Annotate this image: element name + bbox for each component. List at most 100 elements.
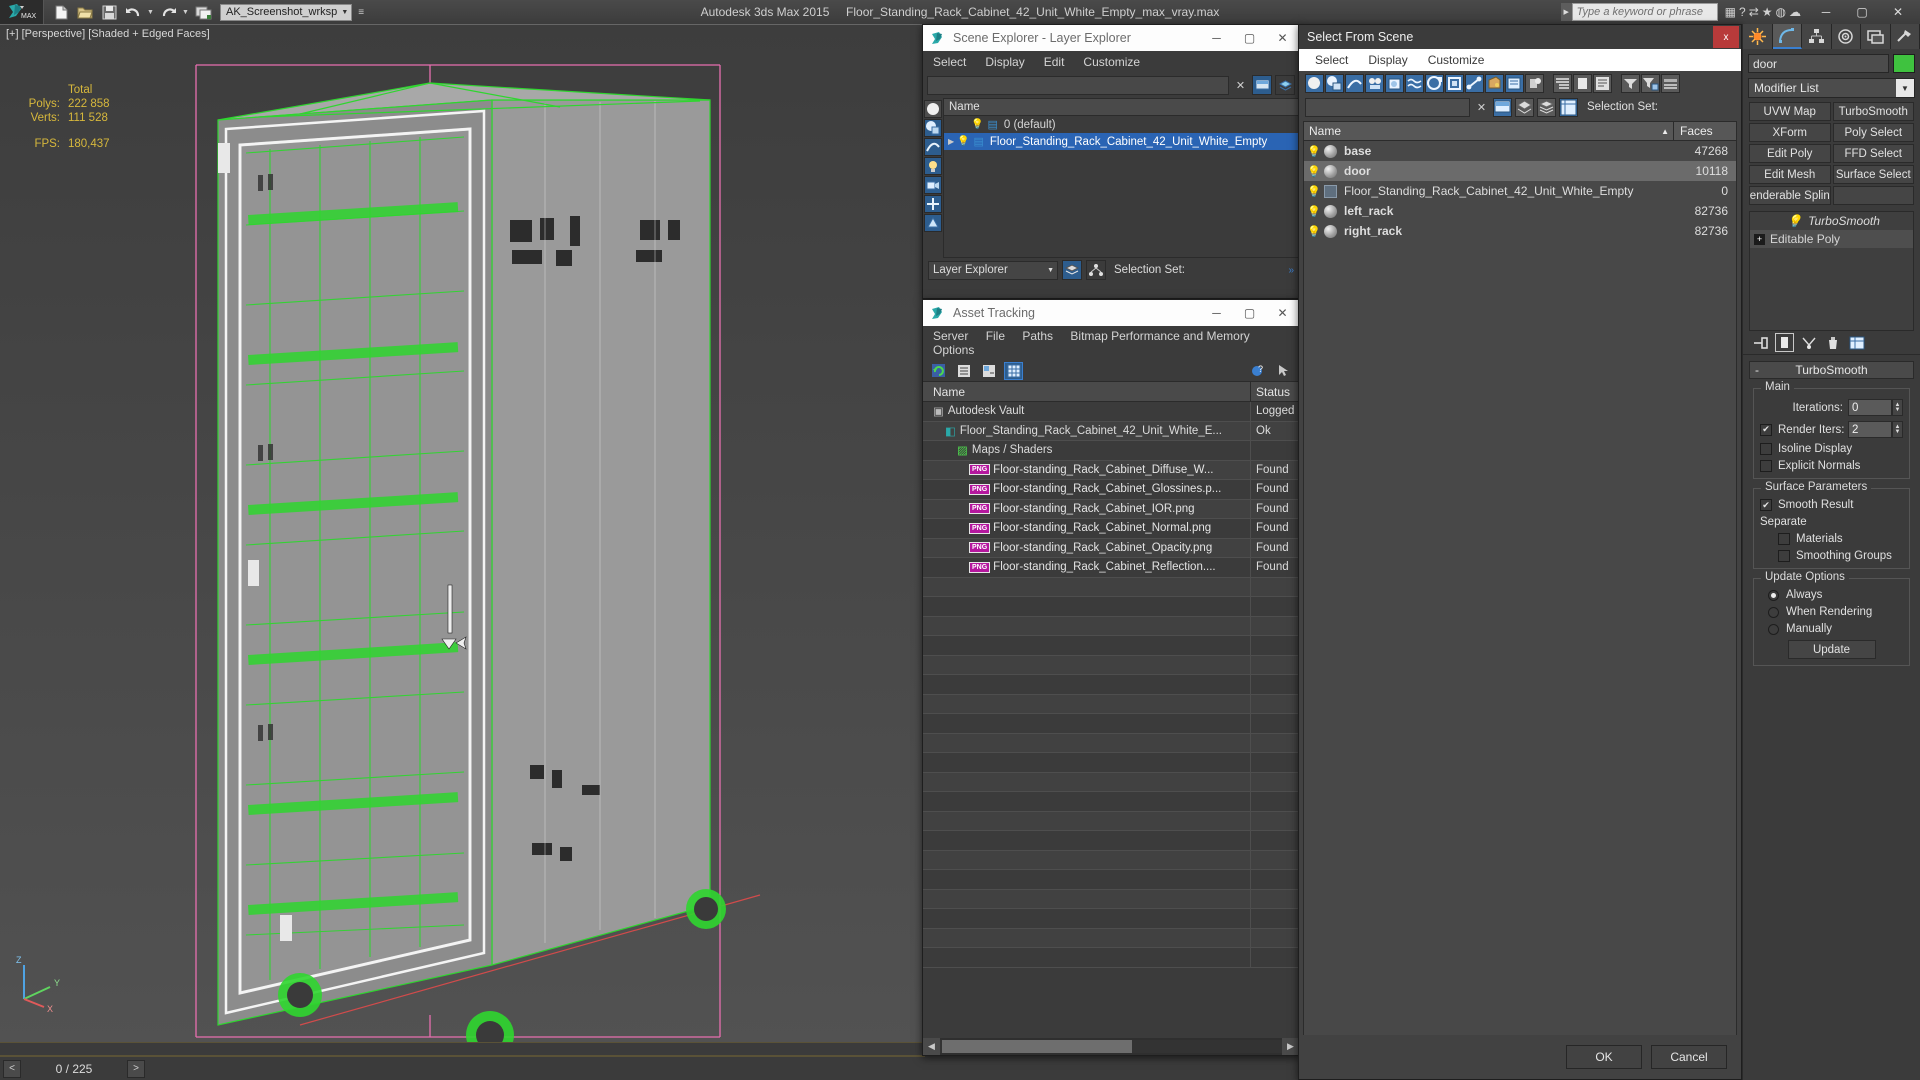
update-when-rendering-row[interactable]: When Rendering <box>1760 606 1903 618</box>
display-children-icon[interactable] <box>1553 73 1572 93</box>
menu-bitmap-performance[interactable]: Bitmap Performance and Memory <box>1070 329 1249 343</box>
filter-all-icon[interactable] <box>1305 73 1324 93</box>
asset-tracking-close[interactable]: ✕ <box>1266 300 1299 326</box>
motion-tab[interactable] <box>1831 24 1861 49</box>
scene-explorer-search-input[interactable] <box>927 75 1229 95</box>
sort-ascending-icon[interactable]: ▲ <box>1661 127 1669 136</box>
asset-row-empty[interactable] <box>923 792 1299 812</box>
display-list-icon[interactable] <box>1593 73 1612 93</box>
asset-row-empty[interactable] <box>923 597 1299 617</box>
asset-row-empty[interactable] <box>923 870 1299 890</box>
modifier-list-dropdown[interactable]: Modifier List ▼ <box>1748 78 1915 98</box>
toolbar-expand-icon[interactable]: ≡ <box>358 7 364 17</box>
isoline-display-checkbox[interactable] <box>1760 443 1772 455</box>
prev-frame-button[interactable]: < <box>3 1059 21 1078</box>
scene-explorer-row[interactable]: 💡 ▤ 0 (default) <box>944 116 1298 133</box>
scene-object-row[interactable]: 💡 left_rack 82736 <box>1304 201 1736 221</box>
filter-geometry-icon[interactable] <box>1325 73 1344 93</box>
minimize-button[interactable]: ─ <box>1808 0 1844 24</box>
explorer-mode-combo[interactable]: Layer Explorer ▼ <box>928 260 1058 280</box>
perspective-viewport[interactable]: [+] [Perspective] [Shaded + Edged Faces]… <box>0 24 925 1056</box>
expand-more-icon[interactable]: » <box>1288 265 1294 276</box>
expand-plus-icon[interactable]: + <box>1754 233 1765 245</box>
display-influences-icon[interactable] <box>1573 73 1592 93</box>
help-pointer-icon[interactable] <box>1274 362 1293 380</box>
close-button[interactable]: ✕ <box>1880 0 1916 24</box>
search-expand-icon[interactable]: ▶ <box>1560 3 1572 21</box>
modifier-button[interactable]: enderable Splin <box>1749 186 1831 205</box>
light-bulb-icon[interactable]: 💡 <box>1307 225 1321 238</box>
modifier-button[interactable]: TurboSmooth <box>1832 102 1914 121</box>
asset-row-empty[interactable] <box>923 811 1299 831</box>
list-view-icon[interactable] <box>954 362 973 380</box>
layer-view-icon[interactable] <box>1062 260 1082 280</box>
object-color-swatch[interactable] <box>1893 54 1915 73</box>
filter-funnel-icon[interactable] <box>1621 73 1640 93</box>
asset-row-empty[interactable] <box>923 675 1299 695</box>
cloud-icon[interactable]: ☁ <box>1789 5 1801 19</box>
pin-stack-icon[interactable] <box>1751 333 1770 352</box>
separate-materials-checkbox[interactable] <box>1778 533 1790 545</box>
filter-geometry-icon[interactable] <box>924 119 942 137</box>
next-frame-button[interactable]: > <box>127 1059 145 1078</box>
viewport-label[interactable]: [+] [Perspective] [Shaded + Edged Faces] <box>6 28 210 40</box>
asset-row[interactable]: PNG Floor-standing_Rack_Cabinet_Diffuse_W… <box>923 460 1299 480</box>
column-name[interactable]: Name ▲ <box>1304 122 1674 140</box>
iterations-spinner[interactable]: ▲ ▼ <box>1892 399 1903 416</box>
scroll-right-icon[interactable]: ▶ <box>1282 1038 1299 1055</box>
filter-bones-icon[interactable] <box>1465 73 1484 93</box>
modifier-button[interactable]: UVW Map <box>1749 102 1831 121</box>
layer-stack-icon[interactable] <box>1537 97 1556 117</box>
update-always-radio[interactable] <box>1768 589 1779 601</box>
light-bulb-icon[interactable]: 💡 <box>971 119 983 130</box>
exchange-icon[interactable]: ⇄ <box>1749 5 1759 19</box>
search-input[interactable]: Type a keyword or phrase <box>1571 3 1718 21</box>
modifier-button[interactable]: FFD Select <box>1832 144 1914 163</box>
scene-object-row[interactable]: 💡 right_rack 82736 <box>1304 221 1736 241</box>
nested-layer-icon[interactable] <box>1559 97 1578 117</box>
scrollbar-thumb[interactable] <box>942 1040 1132 1053</box>
modifier-button[interactable]: Edit Poly <box>1749 144 1831 163</box>
asset-row[interactable]: ◧ Floor_Standing_Rack_Cabinet_42_Unit_Whi… <box>923 421 1299 441</box>
rollout-collapse-icon[interactable]: - <box>1755 363 1759 377</box>
asset-tracking-titlebar[interactable]: Asset Tracking ─ ▢ ✕ <box>923 300 1299 326</box>
asset-row-empty[interactable] <box>923 909 1299 929</box>
make-unique-icon[interactable] <box>1799 333 1818 352</box>
asset-column-status[interactable]: Status <box>1251 382 1299 401</box>
menu-customize[interactable]: Customize <box>1428 53 1485 67</box>
help-icon[interactable]: ? <box>1739 5 1746 19</box>
modifier-button[interactable]: Edit Mesh <box>1749 165 1831 184</box>
menu-options[interactable]: Options <box>933 343 974 357</box>
asset-row[interactable]: PNG Floor-standing_Rack_Cabinet_Opacity.p… <box>923 538 1299 558</box>
smooth-result-checkbox[interactable]: ✔ <box>1760 499 1772 511</box>
track-bar[interactable] <box>0 1042 925 1056</box>
scene-explorer-tree[interactable]: Name 💡 ▤ 0 (default) ▶ 💡 ▤ Floor_Standin… <box>943 98 1299 258</box>
filter-bones-icon[interactable] <box>924 214 942 232</box>
asset-row-empty[interactable] <box>923 948 1299 968</box>
update-when-rendering-radio[interactable] <box>1768 606 1779 618</box>
asset-row[interactable]: PNG Floor-standing_Rack_Cabinet_IOR.png Fo… <box>923 499 1299 519</box>
grid-view-icon[interactable] <box>1004 361 1023 380</box>
asset-row-empty[interactable] <box>923 714 1299 734</box>
menu-edit[interactable]: Edit <box>1044 55 1065 69</box>
select-from-scene-search-input[interactable] <box>1305 97 1470 117</box>
light-bulb-icon[interactable]: 💡 <box>1307 185 1321 198</box>
scrollbar-track[interactable] <box>940 1040 1282 1053</box>
modifier-button[interactable]: Surface Select <box>1832 165 1914 184</box>
modifier-button[interactable]: Poly Select <box>1832 123 1914 142</box>
search-filter-icon[interactable] <box>1493 97 1512 117</box>
render-iters-spinner[interactable]: ▲ ▼ <box>1892 421 1903 438</box>
scene-object-row[interactable]: 💡 base 47268 <box>1304 141 1736 161</box>
asset-row-empty[interactable] <box>923 772 1299 792</box>
create-tab[interactable] <box>1743 24 1773 49</box>
filter-settings-icon[interactable] <box>1641 73 1660 93</box>
filter-all-icon[interactable] <box>924 100 942 118</box>
asset-row-empty[interactable] <box>923 889 1299 909</box>
asset-row-empty[interactable] <box>923 753 1299 773</box>
modifier-stack-item[interactable]: 💡 TurboSmooth <box>1750 212 1913 230</box>
cancel-button[interactable]: Cancel <box>1651 1045 1727 1069</box>
filter-xrefs-icon[interactable] <box>1445 73 1464 93</box>
filter-shapes-icon[interactable] <box>924 138 942 156</box>
asset-row-empty[interactable] <box>923 694 1299 714</box>
star-icon[interactable]: ★ <box>1762 5 1773 19</box>
